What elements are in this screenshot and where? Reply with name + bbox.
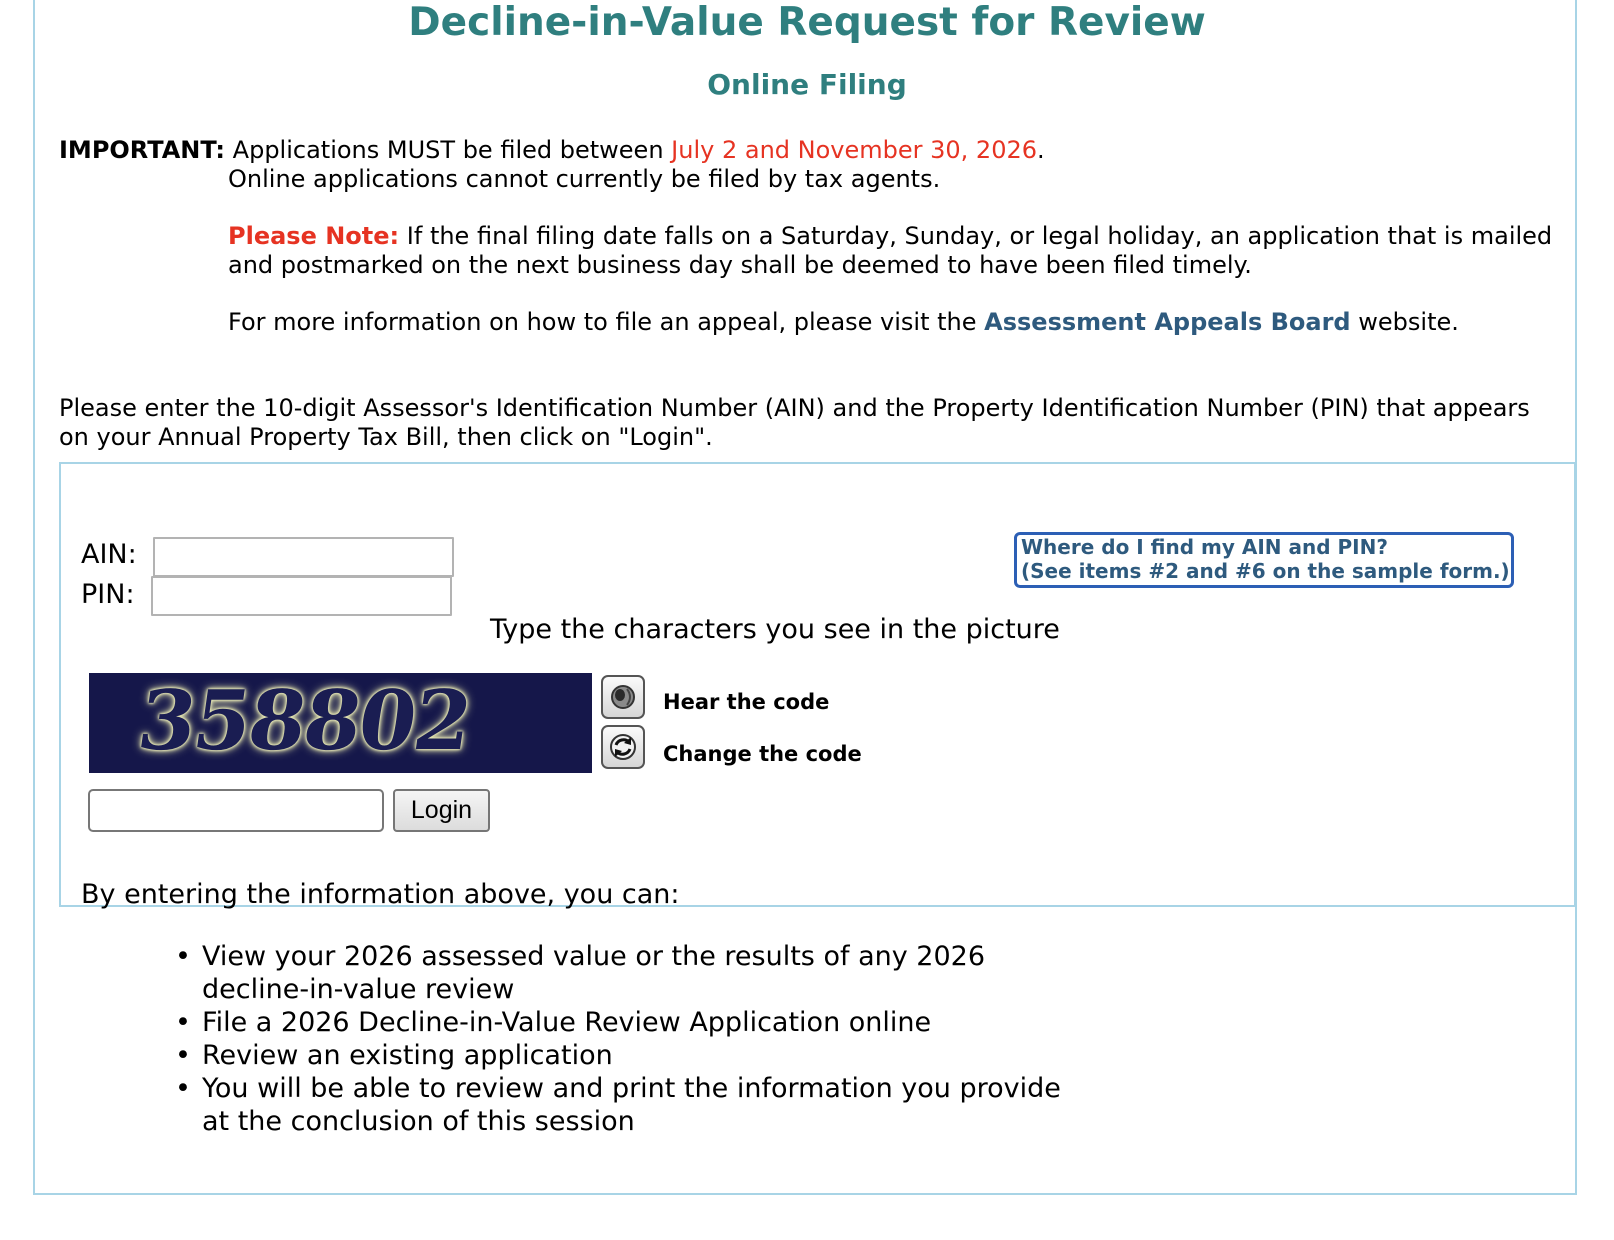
list-item: You will be able to review and print the… bbox=[175, 1072, 1075, 1138]
change-code-label[interactable]: Change the code bbox=[663, 741, 862, 767]
captcha-input[interactable] bbox=[88, 789, 384, 832]
instructions-line-2: on your Annual Property Tax Bill, then c… bbox=[59, 423, 713, 451]
change-code-button[interactable] bbox=[601, 725, 645, 769]
notice-period: . bbox=[1037, 136, 1045, 164]
important-text: Applications MUST be filed between bbox=[232, 136, 664, 164]
pin-input[interactable] bbox=[151, 576, 452, 616]
note-line-2: and postmarked on the next business day … bbox=[228, 251, 1252, 279]
speaker-icon bbox=[611, 685, 635, 709]
note-line-1: Please Note: If the final filing date fa… bbox=[228, 222, 1552, 251]
captcha-image: 358802 bbox=[89, 673, 592, 773]
important-label: IMPORTANT: bbox=[59, 136, 226, 164]
appeal-info-suffix: website. bbox=[1358, 308, 1459, 336]
hear-code-button[interactable] bbox=[601, 675, 645, 719]
note-text: If the final filing date falls on a Satu… bbox=[406, 222, 1553, 250]
refresh-icon bbox=[610, 734, 636, 760]
benefits-list: View your 2026 assessed value or the res… bbox=[175, 940, 1075, 1138]
help-link-line-2: (See items #2 and #6 on the sample form.… bbox=[1021, 559, 1510, 583]
hear-code-label[interactable]: Hear the code bbox=[663, 689, 829, 715]
pin-label: PIN: bbox=[81, 579, 135, 610]
page-subtitle: Online Filing bbox=[707, 68, 907, 101]
ain-pin-help-link[interactable]: Where do I find my AIN and PIN? (See ite… bbox=[1014, 532, 1514, 588]
login-button[interactable]: Login bbox=[393, 789, 490, 832]
list-item: View your 2026 assessed value or the res… bbox=[175, 940, 1075, 1006]
ain-input[interactable] bbox=[153, 537, 454, 577]
list-item: Review an existing application bbox=[175, 1039, 1075, 1072]
page-title: Decline-in-Value Request for Review bbox=[408, 0, 1206, 45]
captcha-code: 358802 bbox=[132, 673, 477, 769]
benefits-intro: By entering the information above, you c… bbox=[81, 879, 680, 910]
ain-label: AIN: bbox=[81, 539, 137, 570]
note-label: Please Note: bbox=[228, 222, 400, 250]
instructions-line-1: Please enter the 10-digit Assessor's Ide… bbox=[59, 394, 1530, 422]
appeal-info: For more information on how to file an a… bbox=[228, 308, 1459, 337]
important-notice: IMPORTANT: Applications MUST be filed be… bbox=[59, 136, 1045, 165]
filing-date-range: July 2 and November 30, 2026 bbox=[671, 136, 1037, 164]
assessment-appeals-board-link[interactable]: Assessment Appeals Board bbox=[984, 308, 1350, 336]
list-item: File a 2026 Decline-in-Value Review Appl… bbox=[175, 1006, 1075, 1039]
appeal-info-prefix: For more information on how to file an a… bbox=[228, 308, 977, 336]
tax-agents-notice: Online applications cannot currently be … bbox=[228, 165, 941, 193]
captcha-prompt: Type the characters you see in the pictu… bbox=[490, 614, 1060, 645]
help-link-line-1: Where do I find my AIN and PIN? bbox=[1021, 535, 1388, 559]
